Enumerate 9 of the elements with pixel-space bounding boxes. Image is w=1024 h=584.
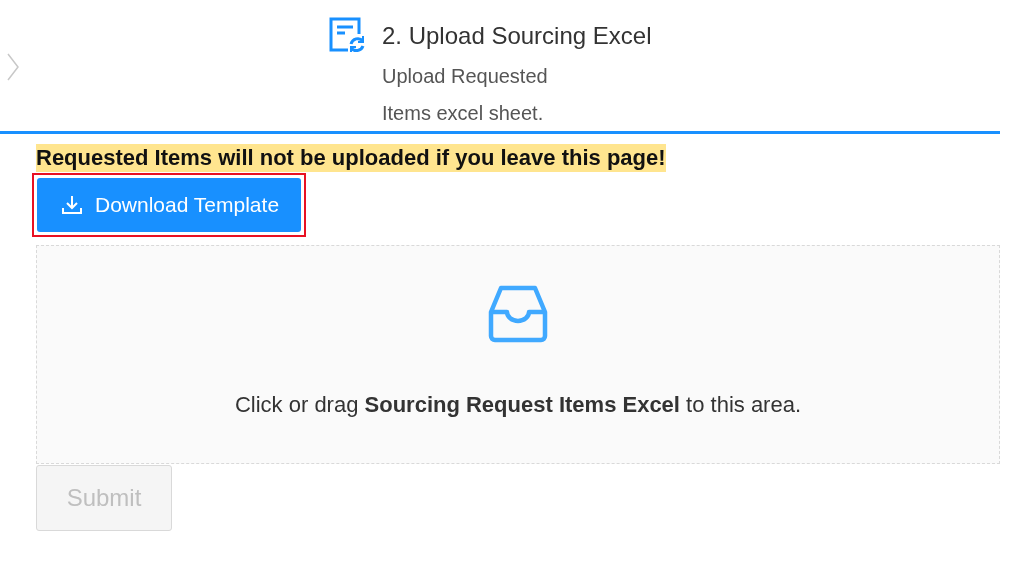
dropzone-hint: Click or drag Sourcing Request Items Excel to this area.: [234, 392, 802, 418]
document-sync-icon: [328, 16, 366, 54]
download-icon: [61, 194, 83, 216]
download-template-button[interactable]: Download Template: [37, 178, 302, 232]
warning-message: Requested Items will not be uploaded if you leave this page!: [36, 144, 666, 172]
step-description: Upload Requested Items excel sheet.: [382, 64, 549, 126]
step-title: 2. Upload Sourcing Excel: [382, 21, 652, 51]
upload-dropzone[interactable]: Click or drag Sourcing Request Items Excel to this area.: [36, 245, 1000, 464]
chevron-right-icon[interactable]: [6, 52, 20, 82]
